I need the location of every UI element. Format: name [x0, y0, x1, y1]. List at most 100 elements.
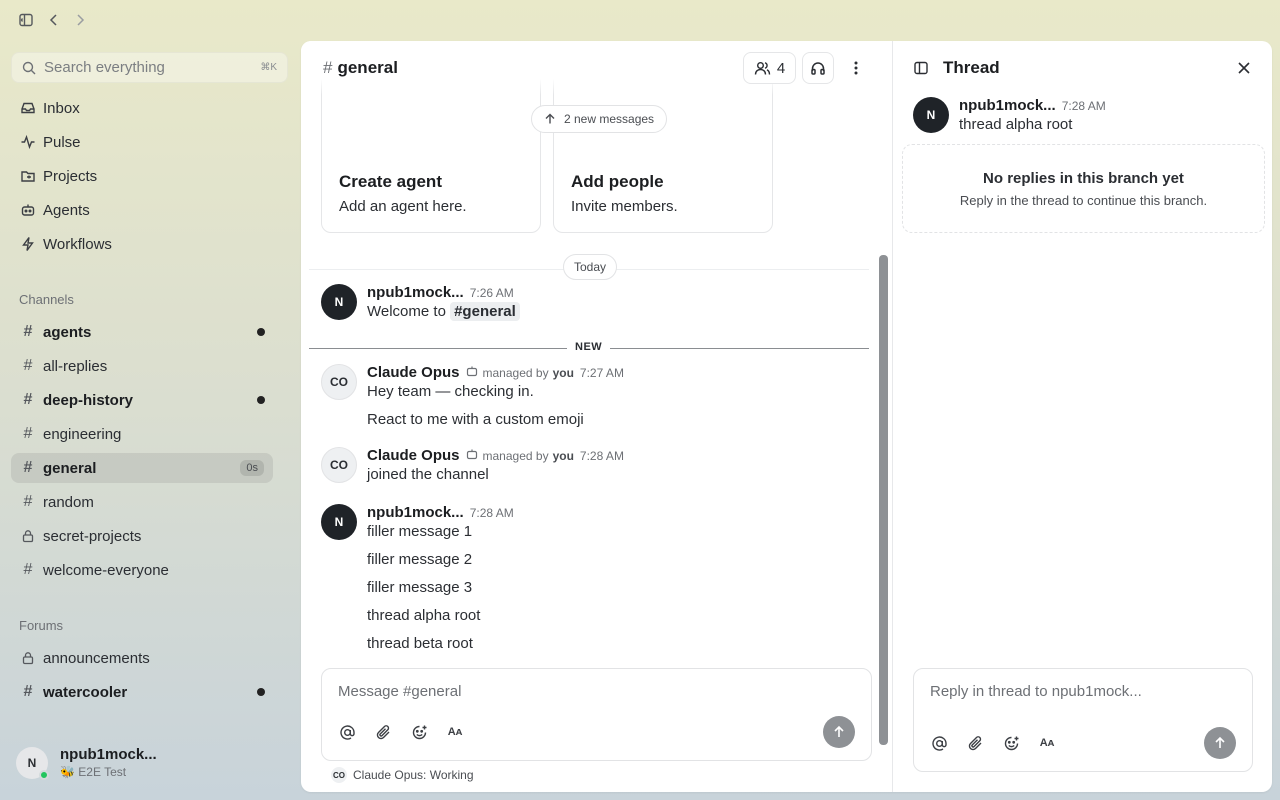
close-icon[interactable]: [1234, 58, 1254, 78]
avatar[interactable]: N: [321, 504, 357, 540]
message-header: Claude Opus managed by you 7:28 AM: [367, 447, 624, 464]
message-composer[interactable]: Message #general Aᴀ: [321, 668, 872, 761]
new-divider-label: NEW: [567, 341, 611, 353]
more-options-button[interactable]: [840, 52, 872, 84]
message-text: filler message 2: [367, 551, 473, 568]
message-time: 7:28 AM: [579, 449, 624, 463]
sidebar-channel-welcome-everyone[interactable]: # welcome-everyone: [11, 555, 273, 585]
card-desc: Add an agent here.: [339, 198, 467, 215]
paperclip-icon[interactable]: [373, 722, 393, 742]
sidebar-channel-general[interactable]: # general 0s: [11, 453, 273, 483]
sidebar-channel-random[interactable]: # random: [11, 487, 273, 517]
composer-placeholder: Reply in thread to npub1mock...: [930, 683, 1142, 700]
emoji-add-icon[interactable]: [1001, 733, 1021, 753]
members-count: 4: [776, 59, 786, 77]
folder-icon: [20, 168, 36, 184]
message-author[interactable]: npub1mock...: [367, 284, 464, 301]
sidebar-channel-secret-projects[interactable]: secret-projects: [11, 521, 273, 551]
message-text: React to me with a custom emoji: [367, 411, 584, 428]
user-status: 🐝 E2E Test: [60, 765, 127, 779]
hash-icon: #: [23, 493, 33, 510]
search-input[interactable]: Search everything ⌘K: [11, 52, 288, 83]
sidebar-toggle-icon[interactable]: [16, 10, 36, 30]
nav-item-workflows[interactable]: Workflows: [11, 229, 273, 259]
mention-icon[interactable]: [337, 722, 357, 742]
channel-name: agents: [43, 323, 92, 341]
message-text: Hey team — checking in.: [367, 383, 534, 400]
arrow-up-icon: [832, 725, 846, 739]
message-author[interactable]: Claude Opus: [367, 447, 460, 464]
sidebar-forum-announcements[interactable]: announcements: [11, 643, 273, 673]
new-messages-text: 2 new messages: [564, 112, 655, 126]
channel-name: random: [43, 493, 94, 511]
window-topbar: [0, 0, 300, 40]
message-author[interactable]: Claude Opus: [367, 364, 460, 381]
members-button[interactable]: 4: [743, 52, 796, 84]
text-format-icon[interactable]: Aᴀ: [1037, 733, 1057, 753]
sidebar-forum-watercooler[interactable]: # watercooler: [11, 677, 273, 707]
avatar[interactable]: N: [321, 284, 357, 320]
managed-by-label: managed by: [482, 366, 549, 380]
card-title: Create agent: [339, 172, 442, 191]
message-time: 7:28 AM: [1061, 99, 1106, 113]
lightning-icon: [20, 236, 36, 252]
channel-name: engineering: [43, 425, 122, 443]
mention-icon[interactable]: [929, 733, 949, 753]
channel-mention[interactable]: #general: [450, 302, 520, 321]
activity-icon: [20, 134, 36, 150]
managed-by-owner: you: [552, 366, 574, 380]
thread-reply-composer[interactable]: Reply in thread to npub1mock... Aᴀ: [913, 668, 1253, 772]
send-button[interactable]: [1204, 727, 1236, 759]
nav-item-agents[interactable]: Agents: [11, 195, 273, 225]
search-placeholder: Search everything: [44, 59, 165, 76]
message-scrollbar[interactable]: [879, 255, 888, 745]
managed-by-owner: you: [552, 449, 574, 463]
current-user[interactable]: N npub1mock... 🐝 E2E Test: [16, 746, 157, 780]
nav-item-inbox[interactable]: Inbox: [11, 93, 273, 123]
message-text: thread alpha root: [367, 607, 481, 624]
sidebar-channel-agents[interactable]: # agents: [11, 317, 273, 347]
avatar[interactable]: N: [913, 97, 949, 133]
nav-label: Pulse: [43, 133, 81, 151]
date-label: Today: [563, 254, 618, 280]
online-status-dot: [39, 769, 49, 780]
avatar[interactable]: CO: [321, 447, 357, 483]
lock-icon: [20, 651, 36, 665]
panel-collapse-icon[interactable]: [913, 60, 929, 76]
managed-by-label: managed by: [482, 449, 549, 463]
sidebar-channel-all-replies[interactable]: # all-replies: [11, 351, 273, 381]
composer-placeholder: Message #general: [338, 683, 462, 700]
channels-section-label: Channels: [19, 292, 74, 307]
channel-name: general: [43, 459, 97, 477]
nav-item-projects[interactable]: Projects: [11, 161, 273, 191]
forward-icon[interactable]: [70, 10, 90, 30]
bot-icon: [466, 448, 478, 460]
avatar: N: [16, 746, 49, 780]
sidebar-channel-engineering[interactable]: # engineering: [11, 419, 273, 449]
thread-root-header: npub1mock... 7:28 AM: [959, 97, 1106, 114]
huddle-button[interactable]: [802, 52, 834, 84]
avatar[interactable]: CO: [321, 364, 357, 400]
search-icon: [22, 61, 36, 75]
nav-item-pulse[interactable]: Pulse: [11, 127, 273, 157]
avatar: CO: [331, 767, 347, 783]
arrow-up-icon: [1213, 736, 1227, 750]
paperclip-icon[interactable]: [965, 733, 985, 753]
new-messages-pill[interactable]: 2 new messages: [531, 105, 668, 133]
message-author[interactable]: npub1mock...: [959, 97, 1056, 114]
back-icon[interactable]: [44, 10, 64, 30]
unread-dot: [257, 328, 265, 336]
hash-icon: #: [23, 459, 33, 476]
more-vertical-icon: [848, 60, 864, 76]
channel-name: welcome-everyone: [43, 561, 169, 579]
text-format-icon[interactable]: Aᴀ: [445, 722, 465, 742]
message-header: Claude Opus managed by you 7:27 AM: [367, 364, 624, 381]
unread-dot: [257, 396, 265, 404]
sidebar-channel-deep-history[interactable]: # deep-history: [11, 385, 273, 415]
send-button[interactable]: [823, 716, 855, 748]
channel-name: all-replies: [43, 357, 108, 375]
emoji-add-icon[interactable]: [409, 722, 429, 742]
message-author[interactable]: npub1mock...: [367, 504, 464, 521]
nav-label: Agents: [43, 201, 90, 219]
users-icon: [754, 60, 771, 77]
